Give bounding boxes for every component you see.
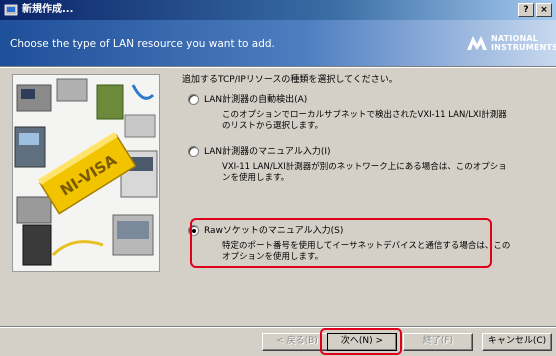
option-manual-lan-description: VXI-11 LAN/LXI計測器が別のネットワーク上にある場合は、このオプショ…	[222, 162, 507, 183]
option-manual-lan-label[interactable]: LAN計測器のマニュアル入力(I)	[204, 146, 331, 158]
raw-socket-highlight	[190, 218, 492, 268]
window-title: 新規作成...	[22, 4, 74, 15]
option-auto-detect-description: このオプションでローカルサブネットで検出されたVXI-11 LAN/LXI計測器…	[222, 110, 507, 131]
wizard-heading: Choose the type of LAN resource you want…	[10, 38, 275, 50]
instruments-illustration: NI-VISA	[14, 78, 158, 266]
help-button[interactable]: ?	[518, 3, 534, 17]
title-bar[interactable]: 新規作成... ? ×	[0, 0, 556, 20]
cancel-button[interactable]: キャンセル(C)	[482, 333, 552, 351]
national-instruments-logo: NATIONAL INSTRUMENTS	[465, 32, 556, 54]
header-divider	[0, 66, 556, 68]
radio-manual-lan[interactable]	[188, 146, 199, 157]
prompt-text: 追加するTCP/IPリソースの種類を選択してください。	[182, 75, 398, 85]
app-icon	[4, 4, 18, 16]
next-button-highlight	[320, 328, 402, 355]
wizard-illustration: NI-VISA	[12, 74, 160, 272]
header-banner: Choose the type of LAN resource you want…	[0, 20, 556, 66]
footer-divider	[0, 326, 556, 328]
new-resource-wizard-window: 新規作成... ? × Choose the type of LAN resou…	[0, 0, 556, 356]
logo-text-national: NATIONAL	[491, 34, 539, 43]
close-button[interactable]: ×	[536, 3, 552, 17]
radio-auto-detect[interactable]	[188, 94, 199, 105]
finish-button[interactable]: 終了(F)	[403, 333, 473, 351]
option-auto-detect-label[interactable]: LAN計測器の自動検出(A)	[204, 94, 307, 106]
logo-text-instruments: INSTRUMENTS	[491, 43, 556, 52]
ni-eagle-icon	[467, 36, 487, 50]
